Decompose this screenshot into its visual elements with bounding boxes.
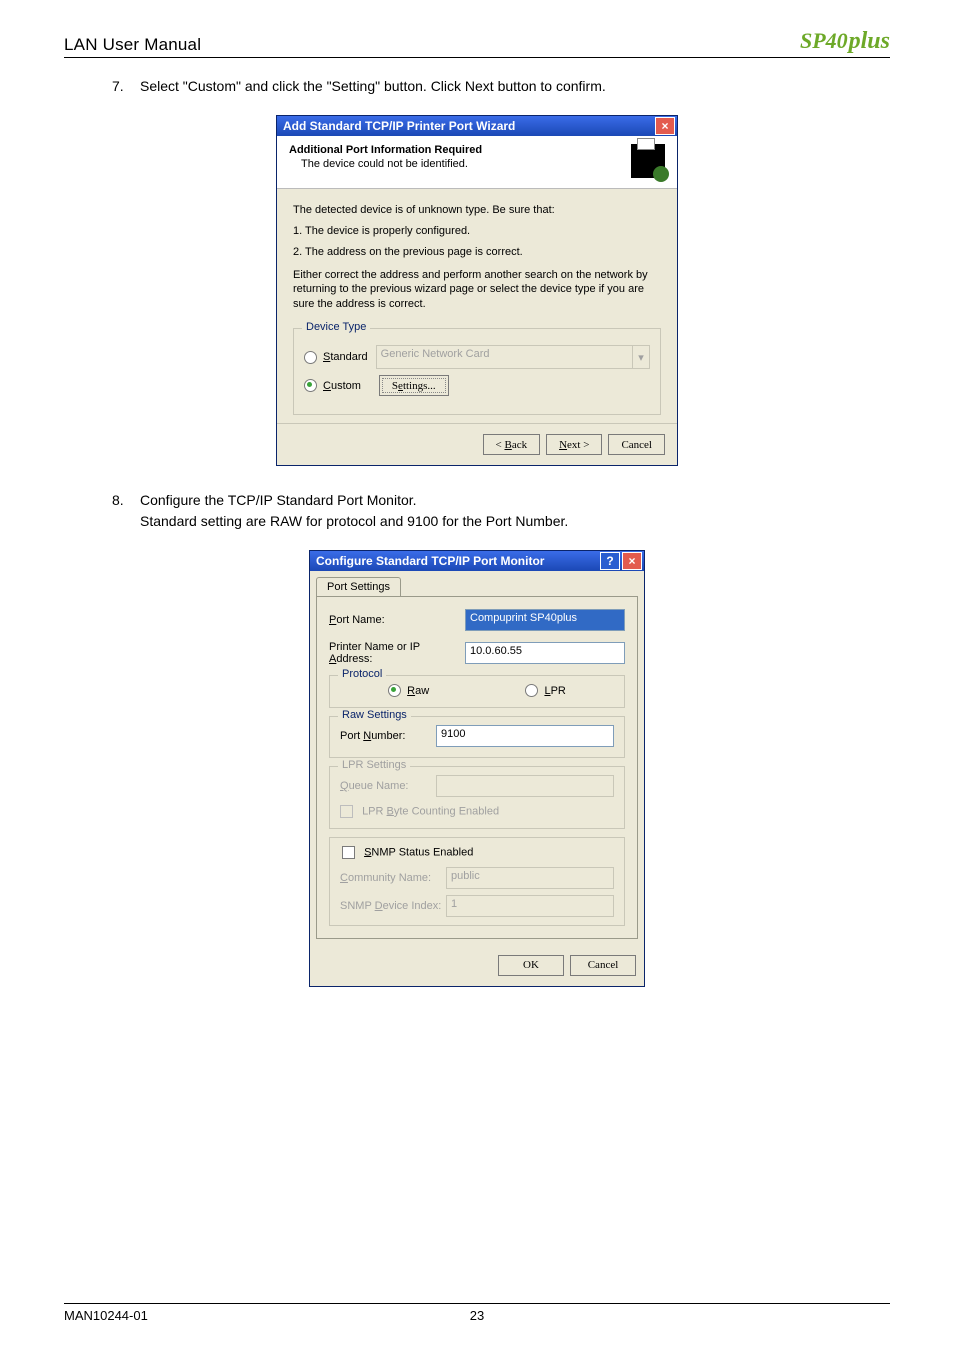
port-name-input[interactable]: Compuprint SP40plus: [465, 609, 625, 631]
page-footer: MAN10244-01 23: [64, 1303, 890, 1323]
raw-settings-legend: Raw Settings: [338, 709, 411, 721]
device-type-legend: Device Type: [302, 321, 370, 333]
logo-base: SP40: [800, 28, 848, 53]
snmp-index-input: 1: [446, 895, 614, 917]
community-label: Community Name:: [340, 872, 446, 884]
back-button[interactable]: < Back: [483, 434, 541, 455]
settings-button[interactable]: Settings...: [379, 375, 449, 396]
tab-port-settings[interactable]: Port Settings: [316, 577, 401, 596]
step-7-text: Select "Custom" and click the "Setting" …: [140, 76, 890, 97]
ok-button[interactable]: OK: [498, 955, 564, 976]
snmp-status-label: SNMP Status Enabled: [364, 846, 473, 858]
lpr-radio[interactable]: [525, 684, 538, 697]
custom-radio[interactable]: [304, 379, 317, 392]
wizard-header-panel: Additional Port Information Required The…: [277, 136, 677, 189]
step-8-line1: Configure the TCP/IP Standard Port Monit…: [140, 490, 890, 511]
queue-name-label: Queue Name:: [340, 780, 436, 792]
close-icon[interactable]: ×: [622, 552, 642, 570]
lpr-radio-row[interactable]: LPR: [525, 684, 565, 697]
step-8: 8. Configure the TCP/IP Standard Port Mo…: [112, 490, 890, 532]
printer-address-row: Printer Name or IP Address: 10.0.60.55: [329, 641, 625, 665]
raw-radio-row[interactable]: Raw: [388, 684, 429, 697]
snmp-status-row[interactable]: SNMP Status Enabled: [338, 846, 477, 859]
lpr-settings-legend: LPR Settings: [338, 759, 410, 771]
header-title: LAN User Manual: [64, 35, 201, 55]
protocol-group: Protocol Raw LPR: [329, 675, 625, 708]
custom-radio-label: Custom: [323, 380, 361, 392]
product-logo: SP40plus: [800, 28, 890, 55]
footer-page-number: 23: [64, 1308, 890, 1323]
configure-titlebar[interactable]: Configure Standard TCP/IP Port Monitor ?…: [310, 551, 644, 571]
queue-name-input: [436, 775, 614, 797]
next-button[interactable]: Next >: [546, 434, 602, 455]
snmp-group: SNMP Status Enabled Community Name: publ…: [329, 837, 625, 926]
wizard-heading: Additional Port Information Required: [289, 144, 631, 156]
raw-radio-label: Raw: [407, 685, 429, 697]
logo-suffix: plus: [849, 28, 890, 54]
page-header: LAN User Manual SP40plus: [64, 28, 890, 58]
snmp-index-label: SNMP Device Index:: [340, 900, 446, 912]
configure-title: Configure Standard TCP/IP Port Monitor: [316, 554, 598, 568]
printer-address-label: Printer Name or IP Address:: [329, 641, 465, 665]
wizard-p1: The detected device is of unknown type. …: [293, 203, 661, 218]
step-8-text: Configure the TCP/IP Standard Port Monit…: [140, 490, 890, 532]
cancel-button[interactable]: Cancel: [608, 434, 665, 455]
raw-radio[interactable]: [388, 684, 401, 697]
port-name-row: Port Name: Compuprint SP40plus: [329, 609, 625, 631]
step-7-number: 7.: [112, 76, 140, 97]
wizard-title: Add Standard TCP/IP Printer Port Wizard: [283, 119, 653, 133]
community-input: public: [446, 867, 614, 889]
wizard-body: The detected device is of unknown type. …: [277, 189, 677, 423]
wizard-titlebar[interactable]: Add Standard TCP/IP Printer Port Wizard …: [277, 116, 677, 136]
step-8-line2: Standard setting are RAW for protocol an…: [140, 511, 890, 532]
custom-radio-row[interactable]: Custom Settings...: [304, 375, 650, 396]
configure-button-row: OK Cancel: [310, 945, 644, 986]
wizard-subheading: The device could not be identified.: [301, 158, 631, 170]
add-port-wizard-dialog: Add Standard TCP/IP Printer Port Wizard …: [276, 115, 678, 466]
port-number-input[interactable]: 9100: [436, 725, 614, 747]
tab-strip: Port Settings: [310, 571, 644, 596]
port-number-label: Port Number:: [340, 730, 436, 742]
wizard-p2: 1. The device is properly configured.: [293, 224, 661, 239]
lpr-byte-checkbox: [340, 805, 353, 818]
snmp-status-checkbox[interactable]: [342, 846, 355, 859]
standard-radio[interactable]: [304, 351, 317, 364]
tab-page: Port Name: Compuprint SP40plus Printer N…: [316, 596, 638, 939]
wizard-button-row: < Back Next > Cancel: [277, 423, 677, 465]
lpr-settings-group: LPR Settings Queue Name: LPR Byte Counti…: [329, 766, 625, 829]
close-icon[interactable]: ×: [655, 117, 675, 135]
lpr-byte-row: LPR Byte Counting Enabled: [340, 805, 614, 818]
lpr-byte-label: LPR Byte Counting Enabled: [362, 805, 499, 817]
configure-port-dialog: Configure Standard TCP/IP Port Monitor ?…: [309, 550, 645, 987]
standard-dropdown: Generic Network Card: [376, 345, 633, 369]
cancel-button[interactable]: Cancel: [570, 955, 636, 976]
chevron-down-icon: ▾: [632, 345, 650, 369]
wizard-p4: Either correct the address and perform a…: [293, 268, 661, 313]
lpr-radio-label: LPR: [544, 685, 565, 697]
help-icon[interactable]: ?: [600, 552, 620, 570]
port-name-label: Port Name:: [329, 614, 465, 626]
raw-settings-group: Raw Settings Port Number: 9100: [329, 716, 625, 758]
device-type-group: Device Type Standard Generic Network Car…: [293, 328, 661, 415]
printer-icon: [631, 144, 665, 178]
step-8-number: 8.: [112, 490, 140, 532]
standard-radio-row[interactable]: Standard Generic Network Card ▾: [304, 345, 650, 369]
wizard-p3: 2. The address on the previous page is c…: [293, 245, 661, 260]
step-7: 7. Select "Custom" and click the "Settin…: [112, 76, 890, 97]
standard-radio-label: Standard: [323, 351, 368, 363]
printer-address-input[interactable]: 10.0.60.55: [465, 642, 625, 664]
protocol-legend: Protocol: [338, 668, 386, 680]
